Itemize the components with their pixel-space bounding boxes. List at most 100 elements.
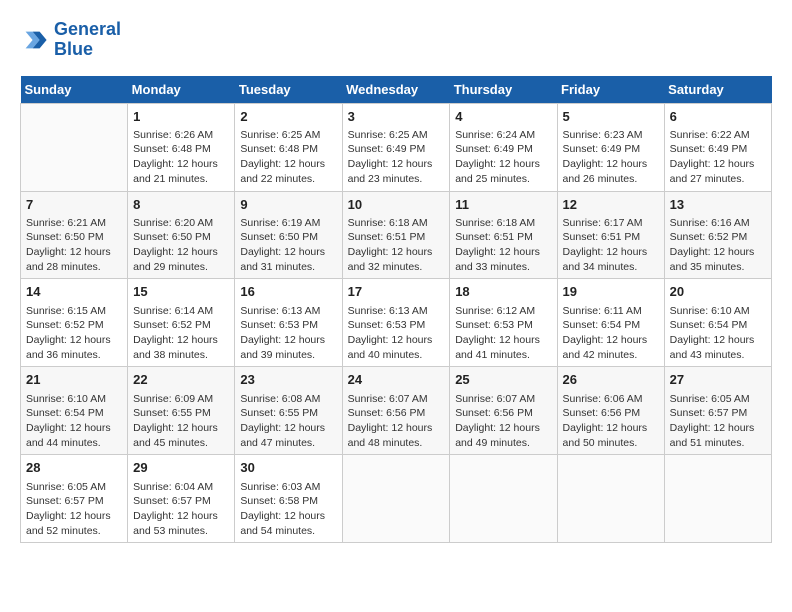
day-number: 3 bbox=[348, 108, 445, 126]
calendar-cell: 22 Sunrise: 6:09 AM Sunset: 6:55 PM Dayli… bbox=[128, 367, 235, 455]
calendar-cell: 23Sunrise: 6:08 AM Sunset: 6:55 PM Dayli… bbox=[235, 367, 342, 455]
day-number: 4 bbox=[455, 108, 551, 126]
calendar-cell: 25 Sunrise: 6:07 AM Sunset: 6:56 PM Dayli… bbox=[450, 367, 557, 455]
day-info: Sunrise: 6:26 AM Sunset: 6:48 PM Dayligh… bbox=[133, 128, 229, 187]
day-number: 9 bbox=[240, 196, 336, 214]
day-info: Sunrise: 6:07 AM Sunset: 6:56 PM Dayligh… bbox=[348, 392, 445, 451]
calendar-cell: 11 Sunrise: 6:18 AM Sunset: 6:51 PM Dayli… bbox=[450, 191, 557, 279]
day-number: 11 bbox=[455, 196, 551, 214]
day-number: 27 bbox=[670, 371, 766, 389]
calendar-cell: 13Sunrise: 6:16 AM Sunset: 6:52 PM Dayli… bbox=[664, 191, 771, 279]
day-number: 8 bbox=[133, 196, 229, 214]
calendar-cell: 10Sunrise: 6:18 AM Sunset: 6:51 PM Dayli… bbox=[342, 191, 450, 279]
calendar-cell: 5 Sunrise: 6:23 AM Sunset: 6:49 PM Daylig… bbox=[557, 103, 664, 191]
calendar-cell bbox=[557, 455, 664, 543]
calendar-cell: 27 Sunrise: 6:05 AM Sunset: 6:57 PM Dayli… bbox=[664, 367, 771, 455]
page-header: General Blue bbox=[20, 20, 772, 60]
day-info: Sunrise: 6:19 AM Sunset: 6:50 PM Dayligh… bbox=[240, 216, 336, 275]
weekday-header-sunday: Sunday bbox=[21, 76, 128, 104]
day-info: Sunrise: 6:17 AM Sunset: 6:51 PM Dayligh… bbox=[563, 216, 659, 275]
calendar-cell: 18 Sunrise: 6:12 AM Sunset: 6:53 PM Dayli… bbox=[450, 279, 557, 367]
day-info: Sunrise: 6:25 AM Sunset: 6:48 PM Dayligh… bbox=[240, 128, 336, 187]
day-info: Sunrise: 6:07 AM Sunset: 6:56 PM Dayligh… bbox=[455, 392, 551, 451]
day-number: 12 bbox=[563, 196, 659, 214]
day-info: Sunrise: 6:15 AM Sunset: 6:52 PM Dayligh… bbox=[26, 304, 122, 363]
weekday-header-wednesday: Wednesday bbox=[342, 76, 450, 104]
day-number: 26 bbox=[563, 371, 659, 389]
day-number: 17 bbox=[348, 283, 445, 301]
day-info: Sunrise: 6:18 AM Sunset: 6:51 PM Dayligh… bbox=[455, 216, 551, 275]
calendar-table: SundayMondayTuesdayWednesdayThursdayFrid… bbox=[20, 76, 772, 544]
calendar-cell: 19 Sunrise: 6:11 AM Sunset: 6:54 PM Dayli… bbox=[557, 279, 664, 367]
calendar-cell bbox=[450, 455, 557, 543]
day-number: 18 bbox=[455, 283, 551, 301]
day-info: Sunrise: 6:03 AM Sunset: 6:58 PM Dayligh… bbox=[240, 480, 336, 539]
calendar-cell: 15 Sunrise: 6:14 AM Sunset: 6:52 PM Dayli… bbox=[128, 279, 235, 367]
day-info: Sunrise: 6:05 AM Sunset: 6:57 PM Dayligh… bbox=[26, 480, 122, 539]
day-info: Sunrise: 6:11 AM Sunset: 6:54 PM Dayligh… bbox=[563, 304, 659, 363]
calendar-cell: 16Sunrise: 6:13 AM Sunset: 6:53 PM Dayli… bbox=[235, 279, 342, 367]
calendar-week-row: 21 Sunrise: 6:10 AM Sunset: 6:54 PM Dayli… bbox=[21, 367, 772, 455]
logo: General Blue bbox=[20, 20, 121, 60]
calendar-cell: 9 Sunrise: 6:19 AM Sunset: 6:50 PM Daylig… bbox=[235, 191, 342, 279]
day-number: 6 bbox=[670, 108, 766, 126]
day-info: Sunrise: 6:24 AM Sunset: 6:49 PM Dayligh… bbox=[455, 128, 551, 187]
calendar-cell: 14 Sunrise: 6:15 AM Sunset: 6:52 PM Dayli… bbox=[21, 279, 128, 367]
day-number: 1 bbox=[133, 108, 229, 126]
calendar-cell: 29 Sunrise: 6:04 AM Sunset: 6:57 PM Dayli… bbox=[128, 455, 235, 543]
calendar-cell: 6Sunrise: 6:22 AM Sunset: 6:49 PM Daylig… bbox=[664, 103, 771, 191]
day-info: Sunrise: 6:08 AM Sunset: 6:55 PM Dayligh… bbox=[240, 392, 336, 451]
day-number: 30 bbox=[240, 459, 336, 477]
day-info: Sunrise: 6:06 AM Sunset: 6:56 PM Dayligh… bbox=[563, 392, 659, 451]
calendar-week-row: 14 Sunrise: 6:15 AM Sunset: 6:52 PM Dayli… bbox=[21, 279, 772, 367]
day-info: Sunrise: 6:09 AM Sunset: 6:55 PM Dayligh… bbox=[133, 392, 229, 451]
day-number: 15 bbox=[133, 283, 229, 301]
day-number: 7 bbox=[26, 196, 122, 214]
day-info: Sunrise: 6:04 AM Sunset: 6:57 PM Dayligh… bbox=[133, 480, 229, 539]
day-number: 19 bbox=[563, 283, 659, 301]
calendar-cell: 17 Sunrise: 6:13 AM Sunset: 6:53 PM Dayli… bbox=[342, 279, 450, 367]
day-number: 16 bbox=[240, 283, 336, 301]
day-info: Sunrise: 6:21 AM Sunset: 6:50 PM Dayligh… bbox=[26, 216, 122, 275]
calendar-cell: 12 Sunrise: 6:17 AM Sunset: 6:51 PM Dayli… bbox=[557, 191, 664, 279]
day-info: Sunrise: 6:12 AM Sunset: 6:53 PM Dayligh… bbox=[455, 304, 551, 363]
logo-icon bbox=[20, 26, 48, 54]
day-number: 29 bbox=[133, 459, 229, 477]
weekday-header-friday: Friday bbox=[557, 76, 664, 104]
day-number: 28 bbox=[26, 459, 122, 477]
day-number: 10 bbox=[348, 196, 445, 214]
calendar-cell: 4 Sunrise: 6:24 AM Sunset: 6:49 PM Daylig… bbox=[450, 103, 557, 191]
calendar-cell: 20Sunrise: 6:10 AM Sunset: 6:54 PM Dayli… bbox=[664, 279, 771, 367]
day-info: Sunrise: 6:23 AM Sunset: 6:49 PM Dayligh… bbox=[563, 128, 659, 187]
calendar-cell: 8 Sunrise: 6:20 AM Sunset: 6:50 PM Daylig… bbox=[128, 191, 235, 279]
calendar-cell: 3Sunrise: 6:25 AM Sunset: 6:49 PM Daylig… bbox=[342, 103, 450, 191]
day-info: Sunrise: 6:13 AM Sunset: 6:53 PM Dayligh… bbox=[348, 304, 445, 363]
calendar-cell: 24 Sunrise: 6:07 AM Sunset: 6:56 PM Dayli… bbox=[342, 367, 450, 455]
day-number: 14 bbox=[26, 283, 122, 301]
calendar-cell bbox=[664, 455, 771, 543]
day-info: Sunrise: 6:20 AM Sunset: 6:50 PM Dayligh… bbox=[133, 216, 229, 275]
day-number: 20 bbox=[670, 283, 766, 301]
day-info: Sunrise: 6:16 AM Sunset: 6:52 PM Dayligh… bbox=[670, 216, 766, 275]
day-number: 22 bbox=[133, 371, 229, 389]
weekday-header-thursday: Thursday bbox=[450, 76, 557, 104]
day-number: 25 bbox=[455, 371, 551, 389]
calendar-cell: 21 Sunrise: 6:10 AM Sunset: 6:54 PM Dayli… bbox=[21, 367, 128, 455]
calendar-cell: 30 Sunrise: 6:03 AM Sunset: 6:58 PM Dayli… bbox=[235, 455, 342, 543]
calendar-cell: 26 Sunrise: 6:06 AM Sunset: 6:56 PM Dayli… bbox=[557, 367, 664, 455]
calendar-week-row: 1 Sunrise: 6:26 AM Sunset: 6:48 PM Daylig… bbox=[21, 103, 772, 191]
calendar-week-row: 7 Sunrise: 6:21 AM Sunset: 6:50 PM Daylig… bbox=[21, 191, 772, 279]
calendar-cell: 28 Sunrise: 6:05 AM Sunset: 6:57 PM Dayli… bbox=[21, 455, 128, 543]
day-info: Sunrise: 6:05 AM Sunset: 6:57 PM Dayligh… bbox=[670, 392, 766, 451]
calendar-cell: 7 Sunrise: 6:21 AM Sunset: 6:50 PM Daylig… bbox=[21, 191, 128, 279]
day-info: Sunrise: 6:14 AM Sunset: 6:52 PM Dayligh… bbox=[133, 304, 229, 363]
calendar-week-row: 28 Sunrise: 6:05 AM Sunset: 6:57 PM Dayli… bbox=[21, 455, 772, 543]
day-number: 2 bbox=[240, 108, 336, 126]
day-number: 5 bbox=[563, 108, 659, 126]
logo-text: General Blue bbox=[54, 20, 121, 60]
day-number: 21 bbox=[26, 371, 122, 389]
day-info: Sunrise: 6:10 AM Sunset: 6:54 PM Dayligh… bbox=[26, 392, 122, 451]
day-number: 24 bbox=[348, 371, 445, 389]
calendar-cell: 2 Sunrise: 6:25 AM Sunset: 6:48 PM Daylig… bbox=[235, 103, 342, 191]
calendar-cell bbox=[21, 103, 128, 191]
